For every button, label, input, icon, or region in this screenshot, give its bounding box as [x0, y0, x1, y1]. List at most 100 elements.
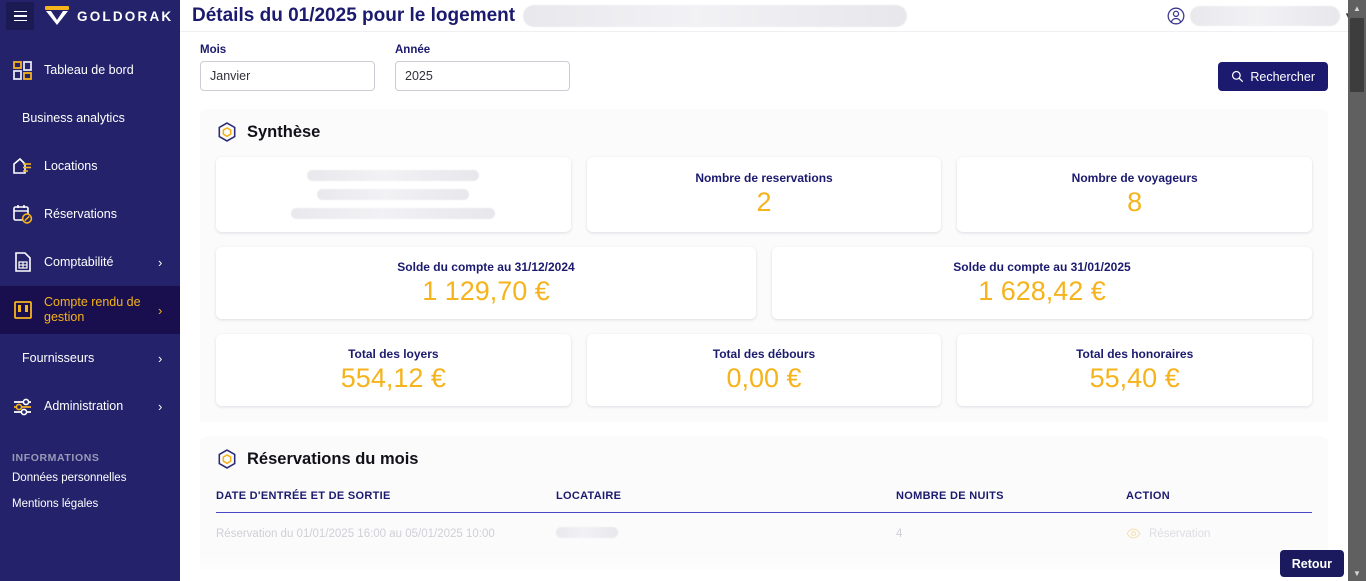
search-button-label: Rechercher [1250, 69, 1315, 84]
sidebar-item-business-analytics[interactable]: Business analytics [0, 94, 180, 142]
back-button[interactable]: Retour [1279, 550, 1344, 577]
column-header-nombre-de-nuits: NOMBRE DE NUITS [896, 484, 1126, 513]
page-title-redacted-value [523, 4, 908, 27]
page-title: Détails du 01/2025 pour le logement [192, 4, 516, 26]
stat-card-total-des-debours: Total des débours 0,00 € [586, 334, 942, 406]
sliders-icon [14, 398, 31, 416]
stat-card-value: 554,12 € [340, 362, 446, 393]
chevron-right-icon: › [158, 398, 163, 414]
column-header-locataire: LOCATAIRE [556, 484, 896, 513]
year-input[interactable] [395, 61, 570, 91]
sidebar-item-label: Fournisseurs [22, 350, 95, 365]
user-menu[interactable]: ▼ [1166, 5, 1352, 26]
stat-card-nombre-de-voyageurs: Nombre de voyageurs 8 [957, 157, 1313, 232]
chevron-right-icon: › [158, 254, 163, 270]
user-circle-icon [1167, 7, 1185, 24]
sidebar-item-compte-rendu-de-gestion[interactable]: Compte rendu de gestion › [0, 286, 180, 334]
reservations-panel: Réservations du mois DATE D'ENTRÉE ET DE… [180, 436, 1348, 581]
table-row[interactable]: Réservation du 01/01/2025 16:00 au 05/01… [216, 513, 1312, 555]
hexagon-dot-icon [218, 122, 236, 142]
sidebar-item-label: Comptabilité [44, 254, 114, 269]
month-input[interactable] [200, 61, 375, 91]
stat-card-label: Solde du compte au 31/01/2025 [953, 259, 1131, 274]
chevron-right-icon: › [158, 350, 163, 366]
sidebar-item-locations[interactable]: Locations [0, 142, 180, 190]
month-field: Mois [200, 44, 375, 91]
synthese-panel: Synthèse Nombre de reservations 2 Nombre… [200, 109, 1328, 422]
goldorak-logo-icon [44, 6, 70, 26]
locataire-redacted [556, 526, 618, 538]
sidebar-item-tableau-de-bord[interactable]: Tableau de bord [0, 46, 180, 94]
synthese-row-3: Total des loyers 554,12 € Total des débo… [216, 334, 1313, 406]
sidebar-item-comptabilite[interactable]: Comptabilité › [0, 238, 180, 286]
document-grid-icon [15, 252, 31, 272]
sidebar-item-reservations[interactable]: Réservations [0, 190, 180, 238]
page-content: Mois Année Rechercher [180, 32, 1348, 581]
stat-card-total-des-loyers: Total des loyers 554,12 € [216, 334, 571, 406]
stat-card-label: Nombre de reservations [695, 171, 833, 185]
scroll-down-arrow-icon[interactable]: ▼ [1348, 565, 1366, 581]
stat-card-value: 0,00 € [726, 362, 802, 393]
stat-card-value: 2 [756, 187, 772, 217]
search-icon [1232, 70, 1244, 83]
sidebar-item-label: Administration [44, 398, 124, 413]
stat-card-nombre-de-reservations: Nombre de reservations 2 [586, 157, 942, 232]
user-name-redacted [1190, 5, 1341, 26]
sidebar-item-label: Business analytics [22, 110, 125, 125]
sidebar-link-mentions-legales[interactable]: Mentions légales [0, 498, 180, 510]
property-info-card [216, 157, 571, 232]
synthese-header: Synthèse [216, 121, 1312, 143]
stat-card-value: 1 129,70 € [422, 275, 550, 306]
sidebar-nav: Tableau de bord Business analytics Locat… [0, 46, 180, 524]
column-header-date: DATE D'ENTRÉE ET DE SORTIE [216, 484, 556, 513]
column-header-action: ACTION [1126, 484, 1312, 513]
stat-card-value: 55,40 € [1089, 362, 1180, 393]
reservations-header: Réservations du mois [216, 448, 1312, 470]
sidebar-link-donnees-personnelles[interactable]: Données personnelles [0, 472, 180, 484]
sidebar-item-administration[interactable]: Administration › [0, 382, 180, 430]
scrollbar-thumb[interactable] [1350, 18, 1364, 92]
app-root: GOLDORAK Tableau de bord Business analyt… [0, 0, 1366, 581]
stat-card-label: Total des débours [712, 346, 816, 361]
reservations-title: Réservations du mois [247, 449, 419, 468]
calendar-check-icon [13, 205, 33, 224]
house-list-icon [13, 157, 31, 174]
sidebar: GOLDORAK Tableau de bord Business analyt… [0, 0, 180, 581]
filter-bar: Mois Année Rechercher [180, 32, 1348, 109]
brand[interactable]: GOLDORAK [44, 6, 173, 26]
hexagon-dot-icon [218, 449, 236, 469]
search-button[interactable]: Rechercher [1218, 62, 1328, 91]
synthese-title: Synthèse [247, 122, 321, 141]
main-area: Détails du 01/2025 pour le logement ▼ Mo… [180, 0, 1366, 581]
cell-locataire [556, 513, 896, 555]
synthese-row-1: Nombre de reservations 2 Nombre de voyag… [216, 157, 1313, 232]
vertical-scrollbar[interactable]: ▲ ▼ [1348, 0, 1366, 581]
stat-card-total-des-honoraires: Total des honoraires 55,40 € [957, 334, 1313, 406]
stat-card-label: Nombre de voyageurs [1071, 171, 1198, 185]
stat-card-solde-compte-debut: Solde du compte au 31/12/2024 1 129,70 € [216, 247, 756, 319]
brand-name: GOLDORAK [77, 8, 174, 24]
property-info-redacted-line [317, 189, 470, 200]
action-reservation-link[interactable]: Réservation [1126, 526, 1312, 541]
cell-date: Réservation du 01/01/2025 16:00 au 05/01… [216, 527, 495, 540]
sidebar-item-label: Réservations [44, 206, 117, 221]
action-label: Réservation [1149, 527, 1211, 540]
stat-card-label: Total des loyers [348, 346, 439, 361]
cell-action[interactable]: Réservation [1126, 513, 1312, 555]
sidebar-item-label: Compte rendu de gestion [44, 295, 141, 324]
year-label: Année [395, 44, 431, 56]
stat-card-solde-compte-fin: Solde du compte au 31/01/2025 1 628,42 € [772, 247, 1312, 319]
month-label: Mois [200, 44, 227, 56]
hamburger-menu-icon[interactable] [6, 2, 34, 30]
scroll-up-arrow-icon[interactable]: ▲ [1348, 0, 1366, 16]
stat-card-label: Total des honoraires [1076, 346, 1194, 361]
reservations-table-body: Réservation du 01/01/2025 16:00 au 05/01… [216, 513, 1312, 555]
sidebar-item-fournisseurs[interactable]: Fournisseurs › [0, 334, 180, 382]
property-info-redacted-line [291, 208, 496, 219]
cell-nombre-de-nuits: 4 [896, 527, 903, 540]
reservations-table-head: DATE D'ENTRÉE ET DE SORTIE LOCATAIRE NOM… [216, 484, 1312, 513]
sidebar-informations-heading: INFORMATIONS [12, 452, 100, 464]
reservations-table: DATE D'ENTRÉE ET DE SORTIE LOCATAIRE NOM… [216, 484, 1312, 554]
sidebar-header: GOLDORAK [0, 0, 180, 32]
